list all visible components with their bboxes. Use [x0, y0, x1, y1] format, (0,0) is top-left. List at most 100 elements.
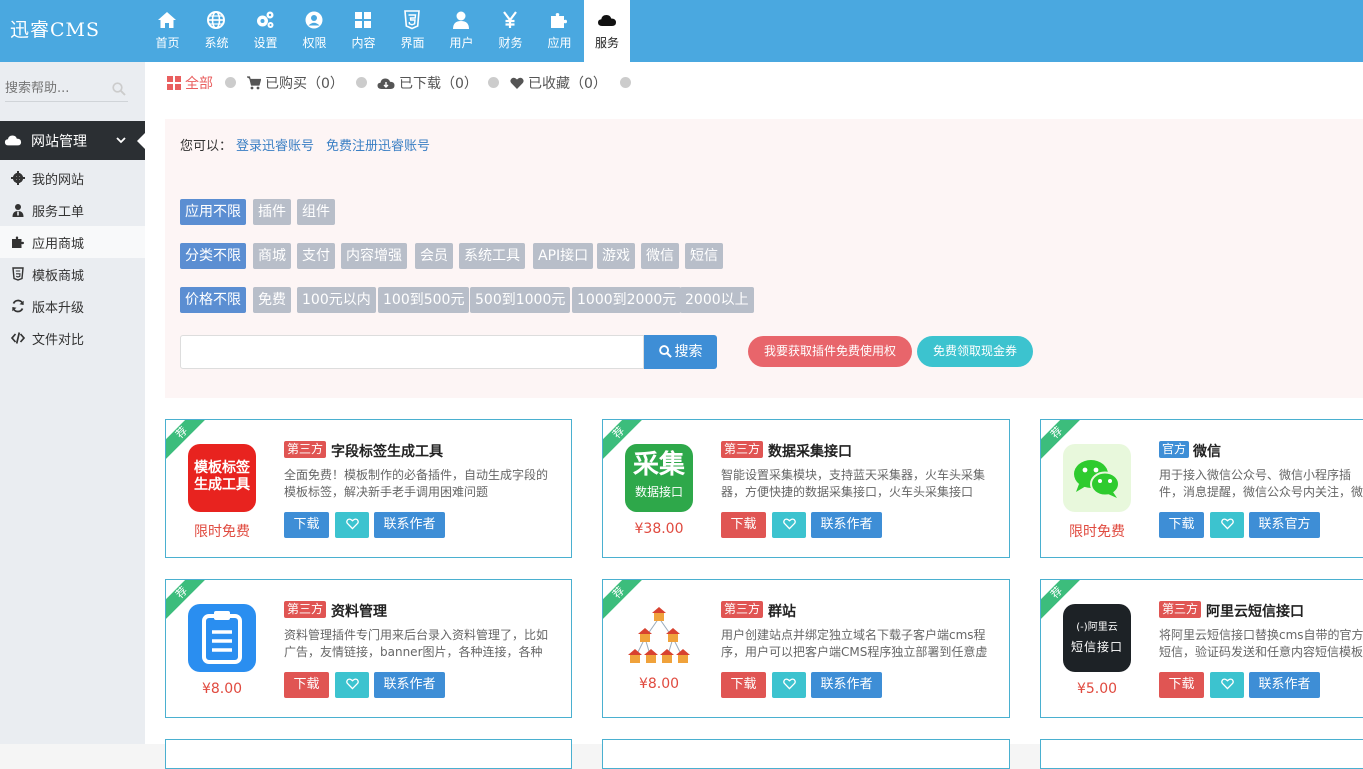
- app-title[interactable]: 字段标签生成工具: [331, 441, 443, 461]
- favorite-button[interactable]: [1210, 512, 1244, 538]
- favorite-button[interactable]: [772, 512, 806, 538]
- nav-item-home[interactable]: 首页: [143, 0, 192, 62]
- app-card[interactable]: 荐 ¥8.00 第三方 资料管理 资料管理插件专门用来后台录入资料管理了，比如广…: [165, 579, 572, 718]
- download-button[interactable]: 下载: [721, 672, 766, 698]
- nav-item-permissions[interactable]: 权限: [290, 0, 339, 62]
- app-title[interactable]: 微信: [1193, 441, 1221, 461]
- filter-tag-app-any[interactable]: 应用不限: [180, 199, 246, 225]
- nav-item-interface[interactable]: 界面: [388, 0, 437, 62]
- search-button-label: 搜索: [674, 344, 703, 360]
- user-circle-icon: [305, 11, 323, 29]
- sidebar-item-template-store[interactable]: 模板商城: [0, 258, 145, 290]
- nav-item-finance[interactable]: 财务: [486, 0, 535, 62]
- sidebar-item-app-store[interactable]: 应用商城: [0, 226, 145, 258]
- tab-purchased[interactable]: 已购买（0）: [247, 73, 344, 93]
- nav-item-settings[interactable]: 设置: [241, 0, 290, 62]
- download-button[interactable]: 下载: [284, 672, 329, 698]
- contact-author-button[interactable]: 联系作者: [1249, 672, 1320, 698]
- filter-tabs: 全部 已购买（0） 已下载（0） 已收藏（0）: [145, 62, 1363, 103]
- filter-tag-content-enhance[interactable]: 内容增强: [341, 243, 407, 269]
- filter-tag-mall[interactable]: 商城: [253, 243, 291, 269]
- filter-tag-component[interactable]: 组件: [297, 199, 335, 225]
- filter-tag-member[interactable]: 会员: [415, 243, 453, 269]
- app-title[interactable]: 阿里云短信接口: [1206, 601, 1304, 621]
- sidebar-item-upgrade[interactable]: 版本升级: [0, 290, 145, 322]
- yen-icon: [503, 11, 517, 28]
- sidebar-item-tickets[interactable]: 服务工单: [0, 194, 145, 226]
- filter-tag-over-2000[interactable]: 2000以上: [680, 287, 754, 313]
- nav-item-services[interactable]: 服务: [584, 0, 630, 62]
- nav-item-users[interactable]: 用户: [437, 0, 486, 62]
- nav-label: 设置: [253, 36, 278, 50]
- filter-tag-api[interactable]: API接口: [533, 243, 594, 269]
- filter-tag-game[interactable]: 游戏: [597, 243, 635, 269]
- app-description: 资料管理插件专门用来后台录入资料管理了，比如广告，友情链接，banner图片，各…: [284, 628, 549, 659]
- favorite-button[interactable]: [335, 512, 369, 538]
- filter-tag-system-tools[interactable]: 系统工具: [459, 243, 525, 269]
- filter-tag-under-100[interactable]: 100元以内: [297, 287, 376, 313]
- filter-tag-500-1000[interactable]: 500到1000元: [470, 287, 571, 313]
- app-card[interactable]: 荐 (-)阿里云 短信接口 ¥5.00 第三方 阿里云短信接口 将阿里云短信接口…: [1040, 579, 1363, 718]
- favorite-button[interactable]: [772, 672, 806, 698]
- brand-logo[interactable]: 迅睿CMS: [10, 15, 100, 42]
- tab-all[interactable]: 全部: [167, 73, 213, 93]
- filter-tag-free[interactable]: 免费: [253, 287, 291, 313]
- register-link[interactable]: 免费注册迅睿账号: [326, 139, 430, 154]
- nav-label: 用户: [449, 36, 474, 50]
- favorite-button[interactable]: [1210, 672, 1244, 698]
- sidebar-group-site-management[interactable]: 网站管理: [0, 121, 145, 160]
- filter-tag-1000-2000[interactable]: 1000到2000元: [572, 287, 682, 313]
- app-price: ¥38.00: [634, 521, 684, 537]
- contact-author-button[interactable]: 联系作者: [811, 512, 882, 538]
- download-button[interactable]: 下载: [1159, 512, 1204, 538]
- nav-item-system[interactable]: 系统: [192, 0, 241, 62]
- download-button[interactable]: 下载: [1159, 672, 1204, 698]
- filter-tag-payment[interactable]: 支付: [297, 243, 335, 269]
- search-icon[interactable]: [112, 82, 126, 96]
- sidebar-item-my-sites[interactable]: 我的网站: [0, 162, 145, 194]
- cloud-icon: [4, 135, 22, 146]
- app-card[interactable]: 荐 模板标签 生成工具 限时免费 第三方 字段标签生成工具 全面免费！模板制作的…: [165, 419, 572, 558]
- sidebar-item-label: 应用商城: [32, 237, 85, 252]
- filter-tag-price-any[interactable]: 价格不限: [180, 287, 246, 313]
- cash-coupon-button[interactable]: 免费领取现金券: [917, 336, 1033, 367]
- tab-favorites[interactable]: 已收藏（0）: [510, 73, 607, 93]
- download-button[interactable]: 下载: [721, 512, 766, 538]
- sidebar-item-label: 版本升级: [32, 301, 85, 316]
- download-button[interactable]: 下载: [284, 512, 329, 538]
- contact-author-button[interactable]: 联系作者: [374, 672, 445, 698]
- filter-tag-wechat[interactable]: 微信: [641, 243, 679, 269]
- sidebar-group-label: 网站管理: [31, 134, 87, 150]
- contact-author-button[interactable]: 联系作者: [374, 512, 445, 538]
- app-icon: 模板标签 生成工具: [188, 444, 256, 512]
- nav-item-content[interactable]: 内容: [339, 0, 388, 62]
- favorite-button[interactable]: [335, 672, 369, 698]
- help-search-input[interactable]: [5, 78, 105, 98]
- app-card[interactable]: 荐 采集 数据接口 ¥38.00 第三方 数据采集接口 智能设置采集模块，支持蓝…: [602, 419, 1010, 558]
- app-price: 限时免费: [194, 524, 250, 540]
- app-search-input[interactable]: [180, 335, 644, 369]
- tab-downloaded[interactable]: 已下载（0）: [377, 73, 478, 93]
- contact-official-button[interactable]: 联系官方: [1249, 512, 1320, 538]
- app-card[interactable]: 荐 限时免费 官方 微信 用于接入微信公众号、微信小程序插件，消息提醒，微信公众…: [1040, 419, 1363, 558]
- app-description: 全面免费！模板制作的必备插件，自动生成字段的模板标签，解决新手老手调用困难问题: [284, 468, 549, 499]
- contact-author-button[interactable]: 联系作者: [811, 672, 882, 698]
- app-card[interactable]: 荐 ¥8.00 第三方 群站 用户创建站点并绑定独立域名下载子客户端cms程序，…: [602, 579, 1010, 718]
- app-title[interactable]: 数据采集接口: [768, 441, 852, 461]
- login-link[interactable]: 登录迅睿账号: [236, 139, 314, 154]
- nav-item-apps[interactable]: 应用: [535, 0, 584, 62]
- search-button[interactable]: 搜索: [644, 335, 717, 369]
- source-badge: 第三方: [284, 441, 327, 458]
- filter-tag-100-500[interactable]: 100到500元: [378, 287, 470, 313]
- filter-tag-plugin[interactable]: 插件: [253, 199, 291, 225]
- filter-tag-category-any[interactable]: 分类不限: [180, 243, 246, 269]
- free-license-button[interactable]: 我要获取插件免费使用权: [748, 336, 912, 367]
- source-badge: 第三方: [284, 601, 327, 618]
- sidebar-item-file-compare[interactable]: 文件对比: [0, 322, 145, 354]
- app-title[interactable]: 群站: [768, 601, 796, 621]
- filter-tag-sms[interactable]: 短信: [685, 243, 723, 269]
- app-icon-text: 模板标签: [194, 460, 250, 476]
- user-icon: [453, 11, 469, 29]
- home-icon: [158, 12, 176, 28]
- app-title[interactable]: 资料管理: [331, 601, 387, 621]
